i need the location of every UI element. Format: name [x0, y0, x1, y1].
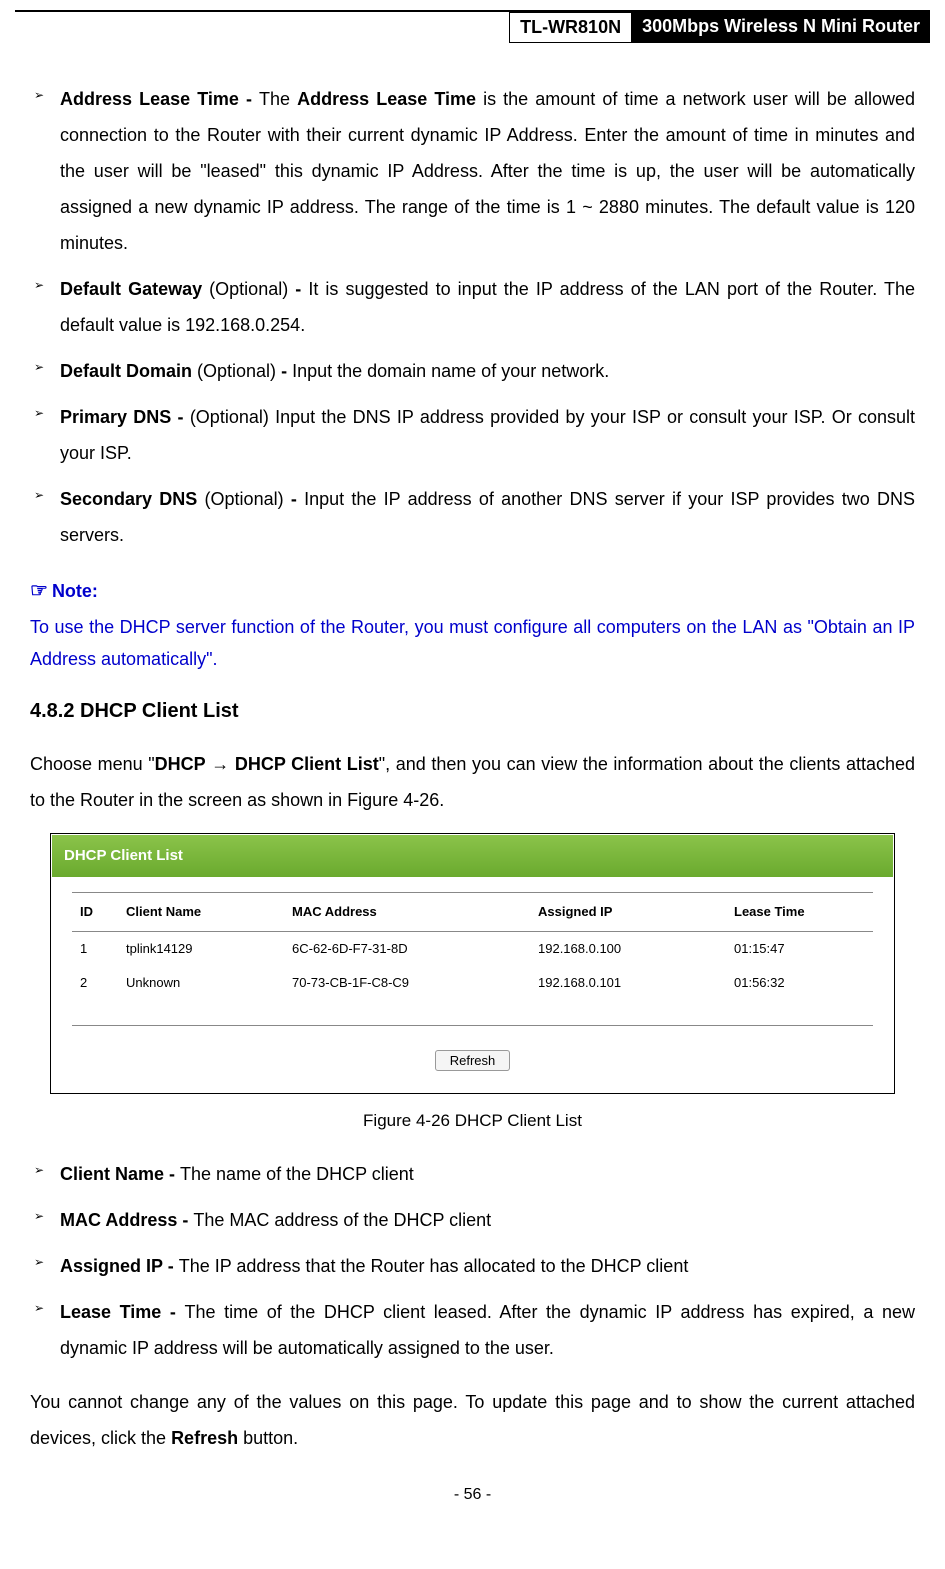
intro-bold-2: DHCP Client List — [235, 754, 379, 774]
item-label: Client Name - — [60, 1164, 180, 1184]
closing-suffix: button. — [238, 1428, 298, 1448]
list-item: Default Gateway (Optional) - It is sugge… — [30, 271, 915, 343]
figure-box: DHCP Client List ID Client Name MAC Addr… — [50, 833, 895, 1094]
list-item: Address Lease Time - The Address Lease T… — [30, 81, 915, 261]
model-label: TL-WR810N — [509, 12, 632, 43]
cell-name: Unknown — [118, 966, 284, 1000]
figure-panel-title: DHCP Client List — [52, 835, 893, 877]
item-label: Assigned IP - — [60, 1256, 179, 1276]
figure-caption: Figure 4-26 DHCP Client List — [50, 1104, 895, 1138]
item-label: Address Lease Time - — [60, 89, 259, 109]
item-desc: Input the domain name of your network. — [292, 361, 609, 381]
item-desc: The name of the DHCP client — [180, 1164, 414, 1184]
cell-id: 1 — [72, 931, 118, 966]
cell-name: tplink14129 — [118, 931, 284, 966]
table-row: 1 tplink14129 6C-62-6D-F7-31-8D 192.168.… — [72, 931, 873, 966]
item-optional: (Optional) — [197, 489, 291, 509]
list-item: Lease Time - The time of the DHCP client… — [30, 1294, 915, 1366]
item-dash: - — [291, 489, 304, 509]
cell-mac: 70-73-CB-1F-C8-C9 — [284, 966, 530, 1000]
cell-ip: 192.168.0.100 — [530, 931, 726, 966]
product-title: 300Mbps Wireless N Mini Router — [632, 12, 930, 43]
item-desc-bold: Address Lease Time — [297, 89, 476, 109]
item-dash: - — [295, 279, 308, 299]
item-label: MAC Address - — [60, 1210, 193, 1230]
item-desc-suffix: is the amount of time a network user wil… — [60, 89, 915, 253]
item-desc: The time of the DHCP client leased. Afte… — [60, 1302, 915, 1358]
closing-prefix: You cannot change any of the values on t… — [30, 1392, 915, 1448]
list-item: Default Domain (Optional) - Input the do… — [30, 353, 915, 389]
item-label: Lease Time - — [60, 1302, 185, 1322]
pointing-hand-icon: ☞ — [30, 580, 48, 602]
item-label: Default Gateway — [60, 279, 202, 299]
col-lease: Lease Time — [726, 892, 873, 931]
feature-list-top: Address Lease Time - The Address Lease T… — [30, 81, 915, 553]
feature-list-bottom: Client Name - The name of the DHCP clien… — [30, 1156, 915, 1366]
page-number: - 56 - — [0, 1466, 945, 1519]
list-item: MAC Address - The MAC address of the DHC… — [30, 1202, 915, 1238]
intro-arrow: → — [206, 754, 235, 774]
refresh-button[interactable]: Refresh — [435, 1050, 511, 1071]
list-item: Secondary DNS (Optional) - Input the IP … — [30, 481, 915, 553]
closing-paragraph: You cannot change any of the values on t… — [30, 1384, 915, 1456]
intro-prefix: Choose menu " — [30, 754, 155, 774]
item-desc-prefix: The — [259, 89, 297, 109]
item-label: Default Domain — [60, 361, 192, 381]
cell-ip: 192.168.0.101 — [530, 966, 726, 1000]
cell-mac: 6C-62-6D-F7-31-8D — [284, 931, 530, 966]
list-item: Primary DNS - (Optional) Input the DNS I… — [30, 399, 915, 471]
section-intro: Choose menu "DHCP → DHCP Client List", a… — [30, 746, 915, 818]
page-content: Address Lease Time - The Address Lease T… — [0, 43, 945, 1466]
list-item: Assigned IP - The IP address that the Ro… — [30, 1248, 915, 1284]
table-row: 2 Unknown 70-73-CB-1F-C8-C9 192.168.0.10… — [72, 966, 873, 1000]
table-header-row: ID Client Name MAC Address Assigned IP L… — [72, 892, 873, 931]
item-dash: - — [281, 361, 292, 381]
cell-lease: 01:56:32 — [726, 966, 873, 1000]
list-item: Client Name - The name of the DHCP clien… — [30, 1156, 915, 1192]
intro-bold-1: DHCP — [155, 754, 206, 774]
item-desc: The MAC address of the DHCP client — [193, 1210, 491, 1230]
col-client-name: Client Name — [118, 892, 284, 931]
col-mac: MAC Address — [284, 892, 530, 931]
note-body: To use the DHCP server function of the R… — [30, 611, 915, 676]
item-optional: (Optional) — [202, 279, 295, 299]
item-desc: The IP address that the Router has alloc… — [179, 1256, 689, 1276]
figure-body: ID Client Name MAC Address Assigned IP L… — [52, 877, 893, 1092]
col-id: ID — [72, 892, 118, 931]
note-block: ☞Note: To use the DHCP server function o… — [30, 571, 915, 676]
item-label: Secondary DNS — [60, 489, 197, 509]
col-ip: Assigned IP — [530, 892, 726, 931]
section-heading: 4.8.2 DHCP Client List — [30, 691, 915, 731]
item-label: Primary DNS - — [60, 407, 190, 427]
cell-id: 2 — [72, 966, 118, 1000]
figure-container: DHCP Client List ID Client Name MAC Addr… — [50, 833, 895, 1138]
closing-bold: Refresh — [171, 1428, 238, 1448]
page-header: TL-WR810N 300Mbps Wireless N Mini Router — [15, 10, 930, 43]
refresh-row: Refresh — [72, 1025, 873, 1077]
item-optional: (Optional) — [192, 361, 281, 381]
dhcp-client-table: ID Client Name MAC Address Assigned IP L… — [72, 892, 873, 1000]
cell-lease: 01:15:47 — [726, 931, 873, 966]
note-title-text: Note: — [52, 581, 98, 601]
